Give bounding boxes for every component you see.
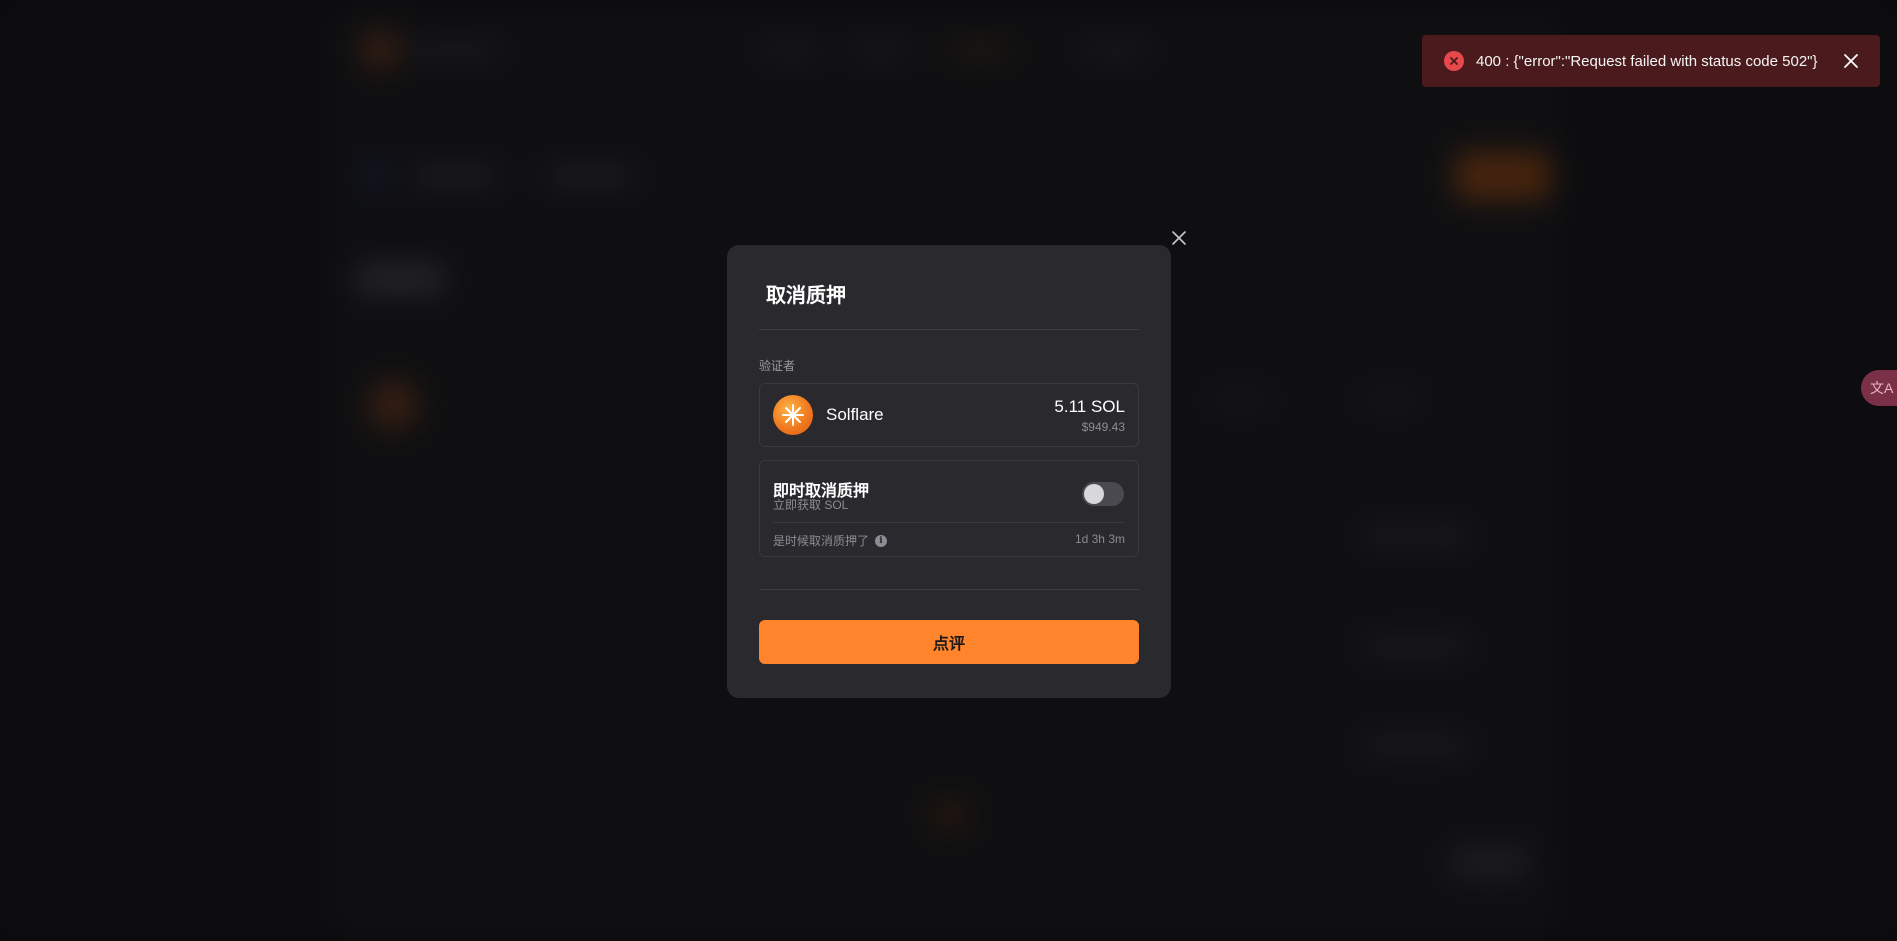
error-circle-icon <box>1444 51 1464 71</box>
toast-close-icon[interactable] <box>1842 52 1860 70</box>
unstake-timer-value: 1d 3h 3m <box>1074 532 1125 546</box>
validator-section-label: 验证者 <box>759 359 796 373</box>
translate-widget-button[interactable]: 文A <box>1861 370 1897 406</box>
instant-unstake-subtitle: 立即获取 SOL <box>773 498 849 512</box>
instant-unstake-card: 即时取消质押 立即获取 SOL 是时候取消质押了 i 1d 3h 3m <box>759 460 1139 557</box>
submit-button[interactable]: 点评 <box>759 620 1139 664</box>
instant-card-divider <box>773 522 1125 523</box>
error-toast: 400 : {"error":"Request failed with stat… <box>1422 35 1880 87</box>
staked-amount: 5.11 SOL <box>1054 396 1125 416</box>
unstake-timer-label: 是时候取消质押了 i <box>773 532 888 549</box>
instant-unstake-toggle[interactable] <box>1082 482 1124 506</box>
solflare-sun-icon <box>773 395 813 435</box>
validator-amounts: 5.11 SOL $949.43 <box>1054 397 1125 434</box>
unstake-modal: 取消质押 验证者 Solflare 5.11 SOL $949.43 即时取消质… <box>727 245 1171 698</box>
translate-icon: 文A <box>1870 380 1894 396</box>
footer-divider <box>759 589 1139 590</box>
validator-card: Solflare 5.11 SOL $949.43 <box>759 383 1139 447</box>
title-divider <box>759 329 1139 330</box>
modal-title: 取消质押 <box>766 285 846 307</box>
toggle-knob <box>1084 484 1104 504</box>
staked-usd-value: $949.43 <box>1081 419 1125 434</box>
unstake-timer-label-text: 是时候取消质押了 <box>773 534 870 548</box>
info-icon[interactable]: i <box>875 534 888 547</box>
validator-name: Solflare <box>826 405 884 424</box>
error-toast-message: 400 : {"error":"Request failed with stat… <box>1476 52 1818 70</box>
modal-close-icon[interactable] <box>1168 227 1190 249</box>
